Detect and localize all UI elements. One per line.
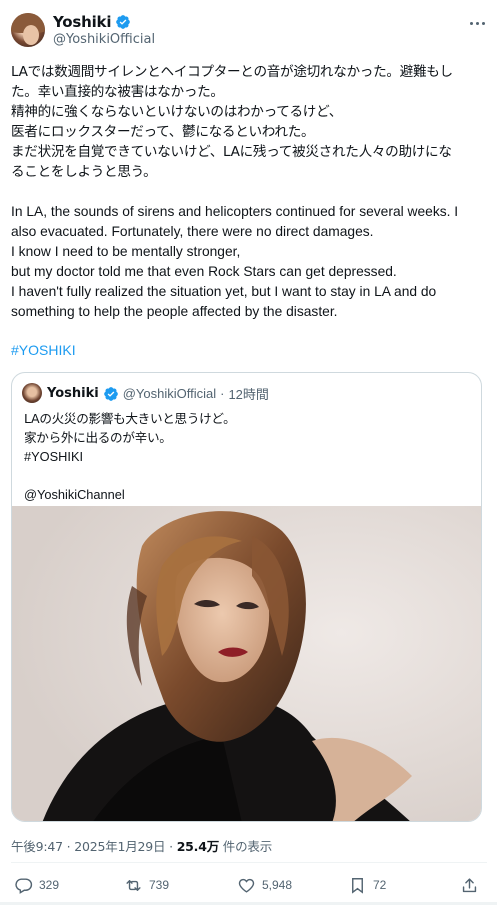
share-button[interactable] xyxy=(460,874,479,896)
en-line: something to help the people affected by… xyxy=(11,304,338,319)
share-icon xyxy=(462,877,477,892)
ja-line: 精神的に強くならないといけないのはわかってるけど、 xyxy=(11,104,342,120)
bookmark-icon xyxy=(352,877,363,894)
quoted-author-name: Yoshiki xyxy=(47,386,99,401)
tweet-timestamp[interactable]: 午後9:47 · 2025年1月29日 · 25.4万 件の表示 xyxy=(11,836,272,855)
en-line: I know I need to be mentally stronger, xyxy=(11,244,241,259)
en-line: also evacuated. Fortunately, there were … xyxy=(11,224,374,239)
author-avatar[interactable] xyxy=(11,13,45,47)
verified-badge-icon xyxy=(116,15,131,29)
tweet-time-date: 午後9:47 · 2025年1月29日 · xyxy=(11,839,177,854)
quoted-author-handle: @YoshikiOfficial xyxy=(122,386,217,401)
ja-line: た。幸い直接的な被害はなかった。 xyxy=(11,84,224,100)
quoted-tweet-photo[interactable] xyxy=(12,506,481,821)
like-count: 5,948 xyxy=(262,878,293,892)
tweet-actions: 329 739 5,948 72 xyxy=(0,874,497,898)
repost-count: 739 xyxy=(149,878,170,892)
repost-icon xyxy=(126,879,141,891)
en-line: I haven't fully realized the situation y… xyxy=(11,284,437,299)
quote-line: 家から外に出るのが辛い。 xyxy=(24,430,172,445)
ja-line: 医者にロックスターだって、鬱になるといわれた。 xyxy=(11,124,315,140)
en-line: In LA, the sounds of sirens and helicopt… xyxy=(11,204,459,219)
ja-line: ることをしようと思う。 xyxy=(11,164,157,180)
reply-count: 329 xyxy=(39,878,60,892)
tweet-text: LAでは数週間サイレンとヘイコプターとの音が途切れなかった。避難もし た。幸い直… xyxy=(11,62,487,322)
divider xyxy=(11,862,487,863)
quote-hashtag: #YOSHIKI xyxy=(24,449,84,464)
author-display-name[interactable]: Yoshiki xyxy=(53,13,111,31)
quote-mention: @YoshikiChannel xyxy=(24,487,125,502)
bookmark-button[interactable]: 72 xyxy=(348,874,386,896)
portrait-photo xyxy=(12,506,481,821)
author-name-row: Yoshiki xyxy=(53,13,131,31)
more-horizontal-icon[interactable] xyxy=(466,14,488,32)
bookmark-count: 72 xyxy=(373,878,387,892)
reply-button[interactable]: 329 xyxy=(14,874,59,896)
hashtag-link[interactable]: #YOSHIKI xyxy=(11,342,76,358)
repost-button[interactable]: 739 xyxy=(124,874,169,896)
ja-line: LAでは数週間サイレンとヘイコプターとの音が途切れなかった。避難もし xyxy=(11,64,453,80)
quoted-author-avatar xyxy=(22,383,42,403)
quoted-tweet-text: LAの火災の影響も大きいと思うけど。 家から外に出るのが辛い。 #YOSHIKI… xyxy=(24,409,236,504)
quoted-tweet[interactable]: Yoshiki @YoshikiOfficial · 12時間 LAの火災の影響… xyxy=(11,372,482,822)
avatar-face xyxy=(23,25,39,45)
reply-icon xyxy=(15,877,33,894)
en-line: but my doctor told me that even Rock Sta… xyxy=(11,264,397,279)
view-count: 25.4万 xyxy=(176,839,220,854)
view-label: 件の表示 xyxy=(219,839,273,854)
ja-line: まだ状況を自覚できていないけど、LAに残って被災された人々の助けにな xyxy=(11,144,452,160)
tweet: Yoshiki @YoshikiOfficial LAでは数週間サイレンとヘイコ… xyxy=(0,0,497,905)
heart-icon xyxy=(238,878,255,893)
separator-dot: · xyxy=(220,386,225,401)
quoted-tweet-time: 12時間 xyxy=(228,387,269,402)
like-button[interactable]: 5,948 xyxy=(237,874,292,896)
verified-badge-icon xyxy=(103,386,118,401)
author-handle[interactable]: @YoshikiOfficial xyxy=(53,32,155,47)
quote-line: LAの火災の影響も大きいと思うけど。 xyxy=(24,411,236,426)
quoted-tweet-header: Yoshiki @YoshikiOfficial · 12時間 xyxy=(47,384,269,403)
